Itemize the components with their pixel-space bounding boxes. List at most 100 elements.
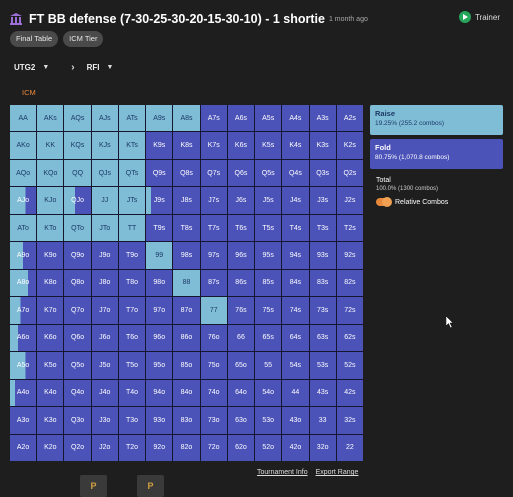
- hand-cell[interactable]: K8s: [173, 132, 200, 159]
- hand-cell[interactable]: 95o: [146, 352, 173, 379]
- hand-cell[interactable]: T8o: [118, 269, 146, 297]
- hand-cell[interactable]: JJ: [91, 187, 118, 214]
- hand-cell[interactable]: J2s: [336, 187, 363, 214]
- hand-cell[interactable]: 77: [200, 297, 227, 324]
- hand-cell[interactable]: 22: [336, 434, 363, 461]
- hand-cell[interactable]: 54s: [282, 352, 309, 379]
- hand-cell[interactable]: A5o: [10, 352, 37, 379]
- hand-cell[interactable]: 43o: [282, 407, 309, 434]
- hand-cell[interactable]: 32o: [309, 434, 336, 461]
- hand-cell[interactable]: AKs: [37, 105, 64, 132]
- hand-cell[interactable]: K6s: [227, 132, 255, 159]
- hand-cell[interactable]: A2o: [10, 434, 37, 461]
- hand-cell[interactable]: Q6s: [227, 159, 255, 187]
- hand-cell[interactable]: T9o: [118, 242, 146, 269]
- hand-cell[interactable]: 83o: [173, 407, 200, 434]
- chip-final-table[interactable]: Final Table: [10, 31, 59, 47]
- hand-cell[interactable]: Q5o: [64, 352, 91, 379]
- hand-cell[interactable]: 74o: [200, 379, 227, 407]
- hand-cell[interactable]: 93o: [146, 407, 173, 434]
- hand-cell[interactable]: K3s: [309, 132, 336, 159]
- hand-cell[interactable]: 94s: [282, 242, 309, 269]
- hand-cell[interactable]: T3s: [309, 214, 336, 242]
- hand-cell[interactable]: 85o: [173, 352, 200, 379]
- hand-cell[interactable]: T9s: [146, 214, 173, 242]
- hand-cell[interactable]: 94o: [146, 379, 173, 407]
- hand-cell[interactable]: Q2s: [336, 159, 363, 187]
- hand-cell[interactable]: 64o: [227, 379, 255, 407]
- hand-cell[interactable]: 62s: [336, 324, 363, 352]
- hand-cell[interactable]: J8s: [173, 187, 200, 214]
- hand-cell[interactable]: 97s: [200, 242, 227, 269]
- hand-cell[interactable]: T5s: [255, 214, 282, 242]
- hand-cell[interactable]: A3o: [10, 407, 37, 434]
- hand-cell[interactable]: KJs: [91, 132, 118, 159]
- hand-cell[interactable]: A6o: [10, 324, 37, 352]
- hand-cell[interactable]: 63s: [309, 324, 336, 352]
- hand-cell[interactable]: Q7s: [200, 159, 227, 187]
- hand-cell[interactable]: J4s: [282, 187, 309, 214]
- hand-cell[interactable]: 75s: [255, 297, 282, 324]
- hand-cell[interactable]: 97o: [146, 297, 173, 324]
- hand-cell[interactable]: 82o: [173, 434, 200, 461]
- hand-cell[interactable]: 73s: [309, 297, 336, 324]
- hand-cell[interactable]: Q4s: [282, 159, 309, 187]
- hand-cell[interactable]: 44: [282, 379, 309, 407]
- chip-icm-tier[interactable]: ICM Tier: [63, 31, 104, 47]
- thumbnail[interactable]: P: [137, 475, 164, 497]
- hand-cell[interactable]: K5s: [255, 132, 282, 159]
- hand-cell[interactable]: 95s: [255, 242, 282, 269]
- hand-cell[interactable]: T7s: [200, 214, 227, 242]
- tab-icm[interactable]: ICM: [22, 88, 36, 97]
- hand-cell[interactable]: 76s: [227, 297, 255, 324]
- hand-cell[interactable]: 52o: [255, 434, 282, 461]
- hand-cell[interactable]: 88: [173, 269, 200, 297]
- toggle-switch-icon[interactable]: [376, 197, 392, 207]
- hand-cell[interactable]: 74s: [282, 297, 309, 324]
- hand-cell[interactable]: 92o: [146, 434, 173, 461]
- hand-cell[interactable]: T2s: [336, 214, 363, 242]
- hand-cell[interactable]: Q2o: [64, 434, 91, 461]
- hand-cell[interactable]: K3o: [37, 407, 64, 434]
- hand-cell[interactable]: J9o: [91, 242, 118, 269]
- hand-cell[interactable]: KQo: [37, 159, 64, 187]
- hand-cell[interactable]: 87s: [200, 269, 227, 297]
- hand-cell[interactable]: 33: [309, 407, 336, 434]
- hand-cell[interactable]: ATs: [118, 105, 146, 132]
- hand-cell[interactable]: T8s: [173, 214, 200, 242]
- hand-cell[interactable]: 84s: [282, 269, 309, 297]
- hand-cell[interactable]: Q3o: [64, 407, 91, 434]
- hand-cell[interactable]: T6s: [227, 214, 255, 242]
- hand-cell[interactable]: A8o: [10, 269, 37, 297]
- hand-cell[interactable]: 42s: [336, 379, 363, 407]
- hand-cell[interactable]: Q9o: [64, 242, 91, 269]
- hand-cell[interactable]: 54o: [255, 379, 282, 407]
- hand-cell[interactable]: 53o: [255, 407, 282, 434]
- hand-cell[interactable]: 87o: [173, 297, 200, 324]
- hand-cell[interactable]: KJo: [37, 187, 64, 214]
- hand-cell[interactable]: AJs: [91, 105, 118, 132]
- hand-cell[interactable]: Q5s: [255, 159, 282, 187]
- hand-cell[interactable]: AQo: [10, 159, 37, 187]
- hand-cell[interactable]: KK: [37, 132, 64, 159]
- hand-cell[interactable]: Q8o: [64, 269, 91, 297]
- hand-cell[interactable]: K8o: [37, 269, 64, 297]
- hand-cell[interactable]: K9s: [146, 132, 173, 159]
- hand-cell[interactable]: TT: [118, 214, 146, 242]
- hand-cell[interactable]: 64s: [282, 324, 309, 352]
- hand-cell[interactable]: J9s: [146, 187, 173, 214]
- hand-cell[interactable]: 53s: [309, 352, 336, 379]
- relative-combos-toggle[interactable]: Relative Combos: [376, 197, 503, 207]
- action-dropdown[interactable]: RFI ▼: [87, 63, 114, 72]
- hand-cell[interactable]: AJo: [10, 187, 37, 214]
- hand-cell[interactable]: K7o: [37, 297, 64, 324]
- hand-cell[interactable]: J5s: [255, 187, 282, 214]
- hand-cell[interactable]: 99: [146, 242, 173, 269]
- hand-cell[interactable]: ATo: [10, 214, 37, 242]
- hand-cell[interactable]: KQs: [64, 132, 91, 159]
- hand-cell[interactable]: J8o: [91, 269, 118, 297]
- hand-cell[interactable]: T6o: [118, 324, 146, 352]
- hand-cell[interactable]: J4o: [91, 379, 118, 407]
- tournament-info-link[interactable]: Tournament Info: [257, 469, 308, 476]
- hand-cell[interactable]: K5o: [37, 352, 64, 379]
